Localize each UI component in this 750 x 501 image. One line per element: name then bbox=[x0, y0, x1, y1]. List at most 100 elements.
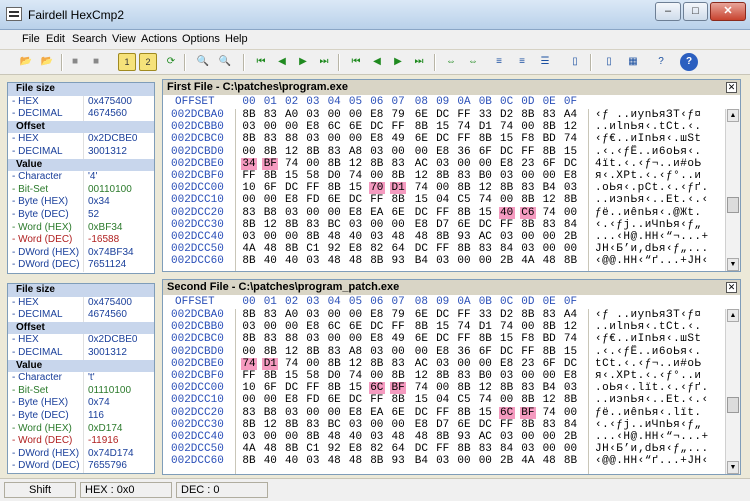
hex-byte[interactable]: 8B bbox=[305, 231, 321, 243]
ascii-text[interactable]: ‹ƒ€..иInЬя‹.шЅt bbox=[595, 333, 702, 345]
hex-byte[interactable]: 8B bbox=[369, 255, 385, 267]
scroll-down-icon[interactable]: ▼ bbox=[727, 461, 739, 474]
hex-byte[interactable]: 40 bbox=[262, 255, 278, 267]
hex-byte[interactable]: 93 bbox=[456, 231, 472, 243]
hex-byte[interactable]: 03 bbox=[435, 255, 451, 267]
hex-byte[interactable]: E8 bbox=[435, 346, 451, 358]
ascii-text[interactable]: ‹.‹ƒј..иЧnЬя‹ƒ„ bbox=[595, 419, 702, 431]
hex-byte[interactable]: 48 bbox=[326, 255, 342, 267]
hex-byte[interactable]: 6E bbox=[326, 394, 342, 406]
hex-byte[interactable]: B4 bbox=[413, 455, 429, 467]
menu-view[interactable]: View bbox=[112, 33, 136, 45]
hex-byte[interactable]: 58 bbox=[305, 170, 321, 182]
hex-byte[interactable]: E8 bbox=[563, 170, 579, 182]
hex-byte[interactable]: A8 bbox=[348, 146, 364, 158]
hex-byte[interactable]: FF bbox=[241, 170, 257, 182]
hex-byte[interactable]: 8B bbox=[520, 194, 536, 206]
page-2-icon[interactable]: ▦ bbox=[624, 53, 642, 71]
hex-byte[interactable]: 12 bbox=[413, 370, 429, 382]
diff-byte[interactable]: C6 bbox=[519, 206, 536, 219]
hex-byte[interactable]: 03 bbox=[305, 255, 321, 267]
hex-byte[interactable]: 00 bbox=[348, 309, 364, 321]
hex-byte[interactable]: 83 bbox=[541, 219, 557, 231]
hex-byte[interactable]: DC bbox=[369, 321, 385, 333]
hex-byte[interactable]: 6F bbox=[541, 158, 557, 170]
hex-byte[interactable]: 12 bbox=[541, 194, 557, 206]
hex-byte[interactable]: 00 bbox=[477, 455, 493, 467]
hex-byte[interactable]: 6E bbox=[413, 133, 429, 145]
hex-byte[interactable]: 00 bbox=[520, 431, 536, 443]
hex-byte[interactable]: 40 bbox=[348, 231, 364, 243]
hex-byte[interactable]: 74 bbox=[456, 321, 472, 333]
hex-byte[interactable]: 6E bbox=[390, 407, 406, 419]
hex-byte[interactable]: 83 bbox=[326, 146, 342, 158]
hex-byte[interactable]: A4 bbox=[563, 109, 579, 121]
diff-byte[interactable]: 6C bbox=[368, 382, 385, 395]
scroll-thumb[interactable] bbox=[727, 197, 739, 213]
hex-byte[interactable]: 00 bbox=[241, 394, 257, 406]
hex-byte[interactable]: 8B bbox=[456, 407, 472, 419]
hex-byte[interactable]: 03 bbox=[520, 243, 536, 255]
sync-previous-icon[interactable]: ◀ bbox=[368, 53, 386, 71]
hex-byte[interactable]: FF bbox=[520, 146, 536, 158]
hex-byte[interactable]: 6F bbox=[477, 146, 493, 158]
hex-byte[interactable]: 03 bbox=[369, 146, 385, 158]
hex-byte[interactable]: 83 bbox=[241, 207, 257, 219]
hex-byte[interactable]: 00 bbox=[563, 407, 579, 419]
single-pane-icon[interactable]: ▯ bbox=[566, 53, 584, 71]
hex-byte[interactable]: 00 bbox=[435, 182, 451, 194]
hex-byte[interactable]: 00 bbox=[499, 394, 515, 406]
hex-byte[interactable]: 83 bbox=[390, 158, 406, 170]
close-panel-icon[interactable]: ✕ bbox=[726, 282, 737, 293]
hex-byte[interactable]: C1 bbox=[305, 443, 321, 455]
hex-byte[interactable]: 48 bbox=[326, 455, 342, 467]
diff-byte[interactable]: D1 bbox=[262, 357, 279, 370]
hex-byte[interactable]: 00 bbox=[520, 121, 536, 133]
hex-byte[interactable]: 84 bbox=[499, 243, 515, 255]
hex-byte[interactable]: 83 bbox=[520, 382, 536, 394]
hex-byte[interactable]: 00 bbox=[541, 370, 557, 382]
file-1-info-icon[interactable]: 1 bbox=[118, 53, 136, 71]
hex-byte[interactable]: C5 bbox=[456, 394, 472, 406]
hex-byte[interactable]: E8 bbox=[435, 146, 451, 158]
hex-byte[interactable]: DC bbox=[563, 158, 579, 170]
hex-byte[interactable]: 15 bbox=[435, 121, 451, 133]
hex-byte[interactable]: 03 bbox=[435, 455, 451, 467]
hex-byte[interactable]: EA bbox=[369, 407, 385, 419]
hex-byte[interactable]: 83 bbox=[390, 358, 406, 370]
ascii-text[interactable]: ...‹H@.HH‹“¬...+ bbox=[595, 431, 709, 443]
hex-byte[interactable]: FF bbox=[456, 309, 472, 321]
hex-byte[interactable]: 58 bbox=[305, 370, 321, 382]
hex-byte[interactable]: 36 bbox=[456, 146, 472, 158]
hex-byte[interactable]: 48 bbox=[262, 243, 278, 255]
ascii-text[interactable]: ..иэnЬя‹..Еt.‹.‹ bbox=[595, 394, 709, 406]
hex-byte[interactable]: 4A bbox=[241, 243, 257, 255]
hex-byte[interactable]: DC bbox=[477, 419, 493, 431]
hex-byte[interactable]: 00 bbox=[262, 431, 278, 443]
minimize-button[interactable]: – bbox=[655, 2, 681, 21]
hex-byte[interactable]: DC bbox=[413, 243, 429, 255]
hex-byte[interactable]: 74 bbox=[563, 133, 579, 145]
hex-byte[interactable]: 8B bbox=[241, 455, 257, 467]
diff-byte[interactable]: D1 bbox=[390, 182, 407, 195]
hex-byte[interactable]: 8B bbox=[520, 309, 536, 321]
hex-byte[interactable]: 00 bbox=[305, 358, 321, 370]
hex-byte[interactable]: 00 bbox=[305, 207, 321, 219]
hex-row[interactable]: 002DCBA0 8B 83 A0 03 00 00 E8 79 6E DC FF 33 D2 8B 83 A4… bbox=[163, 309, 725, 321]
hex-byte[interactable]: 12 bbox=[541, 394, 557, 406]
compare-alt-icon[interactable]: ⇔ bbox=[464, 53, 482, 71]
hex-byte[interactable]: 6E bbox=[326, 194, 342, 206]
hex-byte[interactable]: 03 bbox=[241, 121, 257, 133]
hex-byte[interactable]: 03 bbox=[305, 133, 321, 145]
hex-byte[interactable]: 6E bbox=[456, 219, 472, 231]
hex-byte[interactable]: 00 bbox=[326, 133, 342, 145]
hex-byte[interactable]: 12 bbox=[348, 158, 364, 170]
hex-byte[interactable]: D0 bbox=[326, 170, 342, 182]
hex-byte[interactable]: E8 bbox=[369, 309, 385, 321]
hex-byte[interactable]: 00 bbox=[348, 133, 364, 145]
hex-byte[interactable]: 8B bbox=[390, 370, 406, 382]
vertical-scrollbar[interactable]: ▲ ▼ bbox=[725, 309, 740, 474]
hex-row[interactable]: 002DCBD0 00 8B 12 8B 83 A8 03 00 00 E8 36 6F DC FF 8B 15… bbox=[163, 346, 725, 358]
hex-byte[interactable]: FD bbox=[305, 194, 321, 206]
hex-byte[interactable]: FF bbox=[456, 133, 472, 145]
